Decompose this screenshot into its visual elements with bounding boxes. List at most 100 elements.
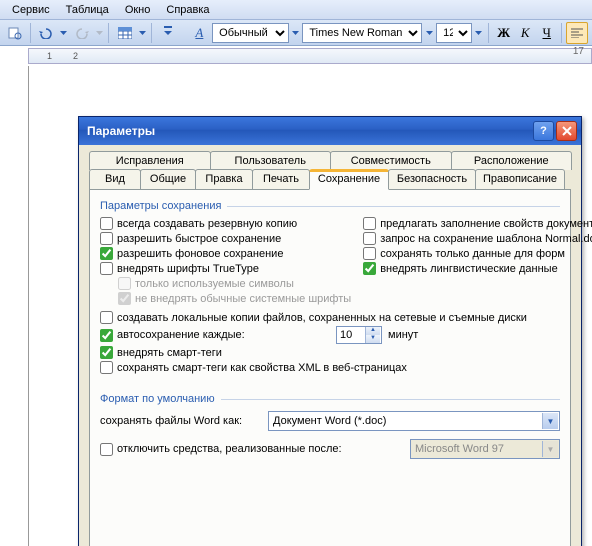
close-icon: [562, 126, 572, 136]
size-combo[interactable]: 12: [436, 23, 472, 43]
menu-table[interactable]: Таблица: [58, 2, 117, 18]
tab-general[interactable]: Общие: [140, 169, 196, 190]
save-opt-left-2-checkbox[interactable]: [100, 247, 113, 260]
save-opt-left-3-checkbox[interactable]: [100, 262, 113, 275]
help-button[interactable]: ?: [533, 121, 554, 141]
save-opt-left-4: только используемые символы: [118, 276, 351, 291]
table-icon[interactable]: [114, 22, 136, 44]
save-opt-right-2-label: сохранять только данные для форм: [380, 248, 565, 260]
underline-button[interactable]: Ч: [537, 23, 557, 43]
save-as-value: Документ Word (*.doc): [273, 415, 386, 427]
save-opt-left-0-label: всегда создавать резервную копию: [117, 218, 297, 230]
style-combo[interactable]: Обычный: [212, 23, 288, 43]
disable-version-value: Microsoft Word 97: [415, 443, 504, 455]
save-opt-left-3[interactable]: внедрять шрифты TrueType: [100, 261, 351, 276]
tab-security[interactable]: Безопасность: [388, 169, 476, 190]
redo-dropdown-icon[interactable]: [94, 22, 104, 44]
bold-button[interactable]: Ж: [494, 23, 514, 43]
autosave-row: автосохранение каждые: ▲▼ минут: [100, 325, 560, 345]
tab-row-1: Исправления Пользователь Совместимость Р…: [89, 151, 571, 170]
autosave-value[interactable]: [337, 329, 365, 341]
save-opt-left-3-label: внедрять шрифты TrueType: [117, 263, 259, 275]
page-marker: 17: [573, 46, 584, 57]
autosave-checkbox[interactable]: [100, 329, 113, 342]
group-save-params-title: Параметры сохранения: [100, 200, 221, 212]
tab-location[interactable]: Расположение: [451, 151, 573, 170]
save-opt-right-3[interactable]: внедрять лингвистические данные: [363, 261, 592, 276]
save-opt-right-1-checkbox[interactable]: [363, 232, 376, 245]
dialog-title: Параметры: [83, 124, 531, 138]
spin-down-icon[interactable]: ▼: [365, 335, 380, 343]
tab-spelling[interactable]: Правописание: [475, 169, 565, 190]
save-opt-right-3-label: внедрять лингвистические данные: [380, 263, 558, 275]
undo-icon[interactable]: [35, 22, 57, 44]
save-opt-left-5: не внедрять обычные системные шрифты: [118, 291, 351, 306]
print-preview-icon[interactable]: [4, 22, 26, 44]
save-opt-left-5-checkbox: [118, 292, 131, 305]
size-dropdown-icon[interactable]: [474, 22, 484, 44]
tab-panel-save: Параметры сохранения всегда создавать ре…: [89, 189, 571, 546]
font-dropdown-icon[interactable]: [424, 22, 434, 44]
save-opt-full-0[interactable]: создавать локальные копии файлов, сохран…: [100, 310, 560, 325]
toolbar: A Обычный Times New Roman 12 Ж К Ч: [0, 20, 592, 46]
save-opt-left-5-label: не внедрять обычные системные шрифты: [135, 293, 351, 305]
autosave[interactable]: автосохранение каждые:: [100, 328, 330, 343]
save-opt-right-0-checkbox[interactable]: [363, 217, 376, 230]
menu-bar: Сервис Таблица Окно Справка: [0, 0, 592, 20]
menu-service[interactable]: Сервис: [4, 2, 58, 18]
save-opt-left-2[interactable]: разрешить фоновое сохранение: [100, 246, 351, 261]
save-opt-right-1[interactable]: запрос на сохранение шаблона Normal.dot: [363, 231, 592, 246]
close-button[interactable]: [556, 121, 577, 141]
font-format-icon[interactable]: A: [189, 22, 211, 44]
autosave-unit: минут: [388, 329, 418, 341]
ruler-area: 1 2 17: [0, 46, 592, 66]
save-opt-full-3-checkbox[interactable]: [100, 361, 113, 374]
dialog-titlebar[interactable]: Параметры ?: [79, 117, 581, 145]
chevron-down-icon: ▼: [542, 413, 558, 429]
save-options-right: предлагать заполнение свойств документаз…: [363, 216, 592, 306]
disable-features-checkbox[interactable]: [100, 443, 113, 456]
save-opt-left-0[interactable]: всегда создавать резервную копию: [100, 216, 351, 231]
table-dropdown-icon[interactable]: [138, 22, 148, 44]
save-opt-full-3-label: сохранять смарт-теги как свойства XML в …: [117, 362, 407, 374]
style-dropdown-icon[interactable]: [291, 22, 301, 44]
menu-window[interactable]: Окно: [117, 2, 159, 18]
tab-user[interactable]: Пользователь: [210, 151, 332, 170]
toolbar-options-icon[interactable]: [157, 22, 179, 44]
document-area: Параметры ? Исправления Пользователь Сов…: [0, 66, 592, 546]
save-opt-left-0-checkbox[interactable]: [100, 217, 113, 230]
redo-icon[interactable]: [71, 22, 93, 44]
tab-view[interactable]: Вид: [89, 169, 141, 190]
save-opt-right-2[interactable]: сохранять только данные для форм: [363, 246, 592, 261]
undo-dropdown-icon[interactable]: [59, 22, 69, 44]
autosave-label: автосохранение каждые:: [117, 329, 245, 341]
menu-help[interactable]: Справка: [158, 2, 217, 18]
tab-corrections[interactable]: Исправления: [89, 151, 211, 170]
tab-row-2: Вид Общие Правка Печать Сохранение Безоп…: [89, 169, 571, 190]
save-opt-left-4-checkbox: [118, 277, 131, 290]
font-combo[interactable]: Times New Roman: [302, 23, 422, 43]
italic-button[interactable]: К: [515, 23, 535, 43]
save-opt-right-3-checkbox[interactable]: [363, 262, 376, 275]
save-as-label: сохранять файлы Word как:: [100, 415, 260, 427]
tab-compat[interactable]: Совместимость: [330, 151, 452, 170]
save-opt-full-2-checkbox[interactable]: [100, 346, 113, 359]
save-opt-left-1-label: разрешить быстрое сохранение: [117, 233, 281, 245]
save-opt-right-0[interactable]: предлагать заполнение свойств документа: [363, 216, 592, 231]
autosave-spinner[interactable]: ▲▼: [336, 326, 382, 344]
save-opt-full-0-checkbox[interactable]: [100, 311, 113, 324]
save-opt-full-3[interactable]: сохранять смарт-теги как свойства XML в …: [100, 360, 560, 375]
save-opt-right-0-label: предлагать заполнение свойств документа: [380, 218, 592, 230]
align-left-icon[interactable]: [566, 22, 588, 44]
save-opt-left-1[interactable]: разрешить быстрое сохранение: [100, 231, 351, 246]
save-opt-right-2-checkbox[interactable]: [363, 247, 376, 260]
disable-features-label: отключить средства, реализованные после:: [117, 443, 342, 455]
spin-up-icon[interactable]: ▲: [365, 327, 380, 335]
save-opt-full-2[interactable]: внедрять смарт-теги: [100, 345, 560, 360]
tab-edit[interactable]: Правка: [195, 169, 253, 190]
ruler[interactable]: 1 2: [28, 48, 592, 64]
save-as-dropdown[interactable]: Документ Word (*.doc) ▼: [268, 411, 560, 431]
tab-save[interactable]: Сохранение: [309, 169, 389, 190]
tab-print[interactable]: Печать: [252, 169, 310, 190]
save-opt-left-1-checkbox[interactable]: [100, 232, 113, 245]
